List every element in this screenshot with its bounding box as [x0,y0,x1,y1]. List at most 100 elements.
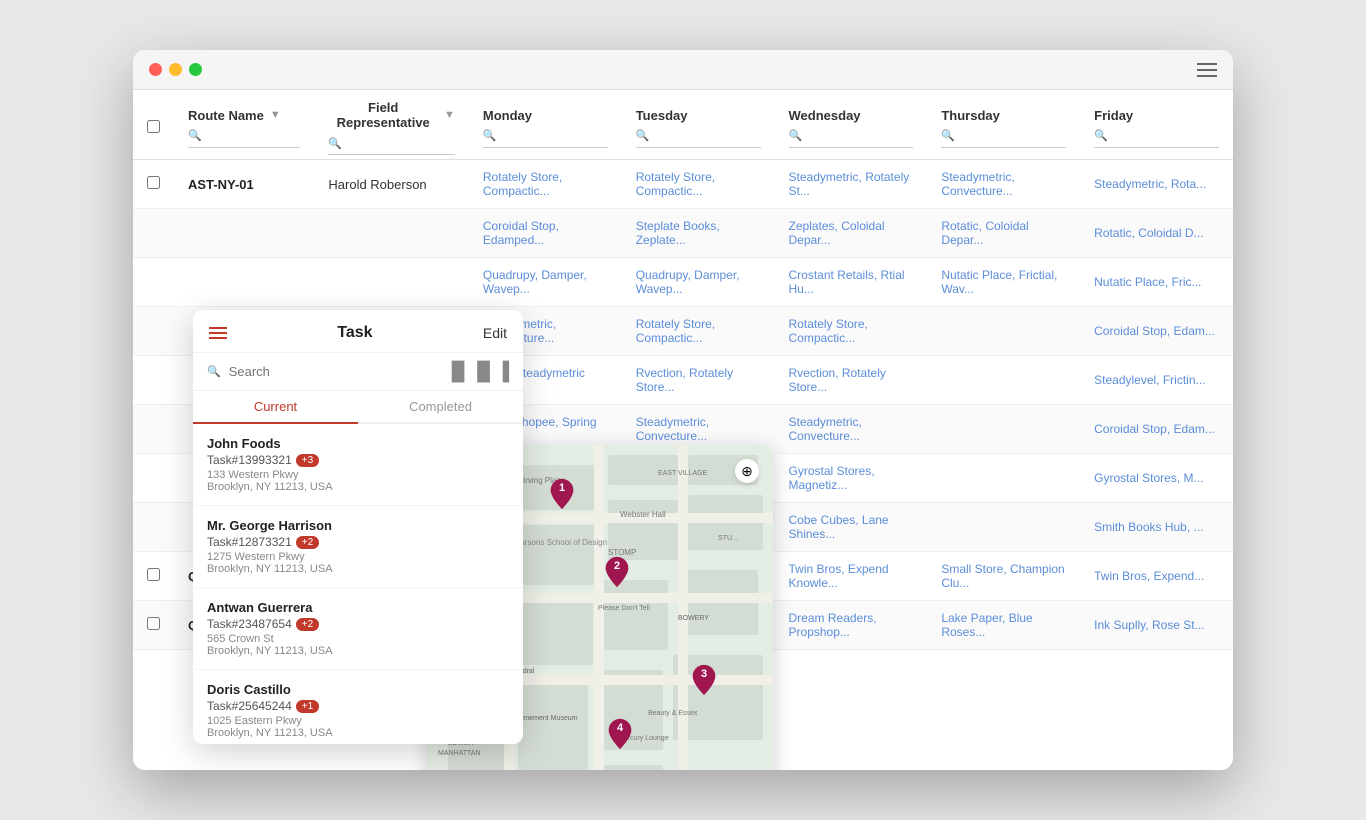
close-button[interactable] [149,63,162,76]
app-window: Route Name ▼ 🔍 Field Repre [133,50,1233,770]
task-item-addr-line1: 1275 Western Pkwy [207,551,509,563]
map-pin-1[interactable]: 1 [548,477,576,511]
maximize-button[interactable] [189,63,202,76]
svg-text:Please Don't Tell: Please Don't Tell [598,605,650,612]
task-item-addr-line1: 565 Crown St [207,633,509,645]
thursday-cell: Nutatic Place, Frictial, Wav... [927,258,1080,307]
friday-header: Friday 🔍 [1080,90,1233,160]
task-item-id: Task#13993321 +3 [207,453,509,467]
map-pin-2[interactable]: 2 [603,555,631,589]
task-list-item[interactable]: Antwan Guerrera Task#23487654 +2 565 Cro… [193,588,523,670]
tuesday-cell: Quadrupy, Damper, Wavep... [622,258,775,307]
task-item-id: Task#12873321 +2 [207,535,509,549]
row-checkbox[interactable] [147,176,160,189]
tuesday-search-icon: 🔍 [636,129,650,142]
row-checkbox[interactable] [147,568,160,581]
rep-name-cell [314,258,469,307]
table-row[interactable]: Quadrupy, Damper, Wavep... Quadrupy, Dam… [133,258,1233,307]
map-crosshair-button[interactable]: ⊕ [735,459,759,483]
map-pin-3-label: 3 [701,668,707,680]
barcode-icon: ▐▌▐▌▐ [445,361,509,382]
hamburger-menu-icon[interactable] [1197,63,1217,77]
row-checkbox-cell [133,160,174,209]
task-item-addr-line1: 1025 Eastern Pkwy [207,715,509,727]
task-edit-button[interactable]: Edit [483,325,507,341]
route-name-header[interactable]: Route Name ▼ 🔍 [174,90,314,160]
thursday-cell: Small Store, Champion Clu... [927,552,1080,601]
task-item-addr-line2: Brooklyn, NY 11213, USA [207,563,509,575]
route-search-icon: 🔍 [188,129,202,142]
rep-name-cell: Harold Roberson [314,160,469,209]
tuesday-search-input[interactable] [653,129,760,143]
task-item-name: Doris Castillo [207,682,509,697]
map-pin-4-label: 4 [617,722,623,734]
task-list-item[interactable]: Doris Castillo Task#25645244 +1 1025 Eas… [193,670,523,744]
route-search-input[interactable] [206,129,301,143]
row-checkbox-cell [133,454,174,503]
titlebar [133,50,1233,90]
wednesday-cell: Rotately Store, Compactic... [775,307,928,356]
rep-search-icon: 🔍 [328,137,342,150]
field-rep-label: Field Representative [328,100,438,130]
friday-cell: Gyrostal Stores, M... [1080,454,1233,503]
traffic-lights [149,63,202,76]
thursday-cell [927,503,1080,552]
task-tabs: Current Completed [193,391,523,424]
minimize-button[interactable] [169,63,182,76]
task-menu-icon[interactable] [209,327,227,339]
monday-cell: Quadrupy, Damper, Wavep... [469,258,622,307]
task-search-input[interactable] [229,364,438,379]
wednesday-search-input[interactable] [806,129,913,143]
task-badge: +1 [296,700,319,713]
row-checkbox-cell [133,307,174,356]
row-checkbox-cell [133,258,174,307]
map-pin-1-label: 1 [559,482,565,494]
friday-cell: Ink Suplly, Rose St... [1080,601,1233,650]
rep-search-input[interactable] [346,136,455,150]
table-row[interactable]: AST-NY-01 Harold Roberson Rotately Store… [133,160,1233,209]
thursday-cell: Rotatic, Coloidal Depar... [927,209,1080,258]
tab-completed[interactable]: Completed [358,391,523,422]
thursday-cell [927,454,1080,503]
task-item-id: Task#25645244 +1 [207,699,509,713]
task-item-addr-line2: Brooklyn, NY 11213, USA [207,727,509,739]
select-all-checkbox[interactable] [147,120,160,133]
svg-text:Beauty & Essex: Beauty & Essex [648,710,698,717]
row-checkbox[interactable] [147,617,160,630]
route-name-cell [174,209,314,258]
task-search-icon: 🔍 [207,365,221,378]
task-list-item[interactable]: John Foods Task#13993321 +3 133 Western … [193,424,523,506]
svg-text:EAST VILLAGE: EAST VILLAGE [658,470,708,477]
table-row[interactable]: Coroidal Stop, Edamped... Steplate Books… [133,209,1233,258]
monday-header: Monday 🔍 [469,90,622,160]
task-item-name: John Foods [207,436,509,451]
row-checkbox-cell [133,405,174,454]
row-checkbox-cell [133,503,174,552]
thursday-cell [927,307,1080,356]
task-badge: +2 [296,536,319,549]
monday-search-input[interactable] [501,129,608,143]
task-list-item[interactable]: Mr. George Harrison Task#12873321 +2 127… [193,506,523,588]
task-item-addr-line1: 133 Western Pkwy [207,469,509,481]
field-rep-header[interactable]: Field Representative ▼ 🔍 [314,90,469,160]
tuesday-cell: Rotately Store, Compactic... [622,160,775,209]
wednesday-cell: Crostant Retails, Rtial Hu... [775,258,928,307]
map-pin-3[interactable]: 3 [690,663,718,697]
map-pin-4[interactable]: 4 [606,717,634,751]
main-content: Route Name ▼ 🔍 Field Repre [133,90,1233,770]
task-badge: +3 [296,454,319,467]
select-all-header [133,90,174,160]
thursday-search-input[interactable] [959,129,1066,143]
task-badge: +2 [296,618,319,631]
task-item-name: Mr. George Harrison [207,518,509,533]
thursday-cell [927,356,1080,405]
tuesday-cell: Rotately Store, Compactic... [622,307,775,356]
route-name-cell [174,258,314,307]
wednesday-cell: Rvection, Rotately Store... [775,356,928,405]
monday-cell: Rotately Store, Compactic... [469,160,622,209]
friday-cell: Twin Bros, Expend... [1080,552,1233,601]
tab-current[interactable]: Current [193,391,358,424]
friday-search-input[interactable] [1112,129,1219,143]
row-checkbox-cell [133,601,174,650]
svg-text:Parsons School of Design: Parsons School of Design [515,538,607,547]
